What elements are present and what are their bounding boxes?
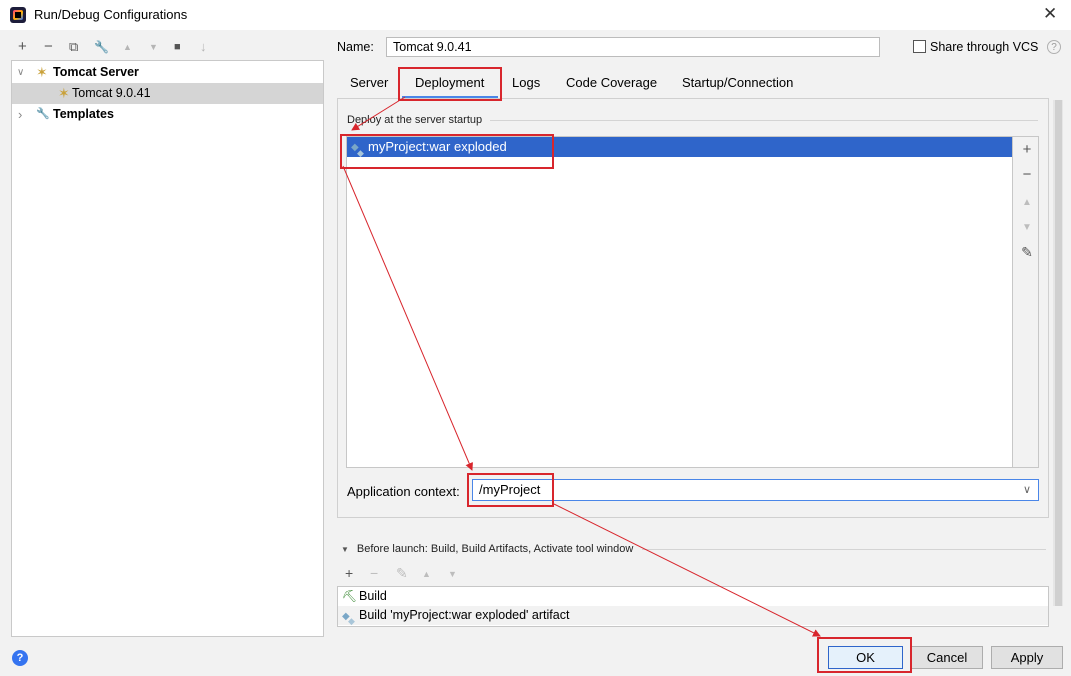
- arrow-artifact-to-context: [342, 165, 473, 471]
- arrow-tab-to-artifact: [351, 96, 406, 131]
- annotation-arrows: [342, 96, 821, 637]
- arrow-context-to-ok: [553, 503, 821, 637]
